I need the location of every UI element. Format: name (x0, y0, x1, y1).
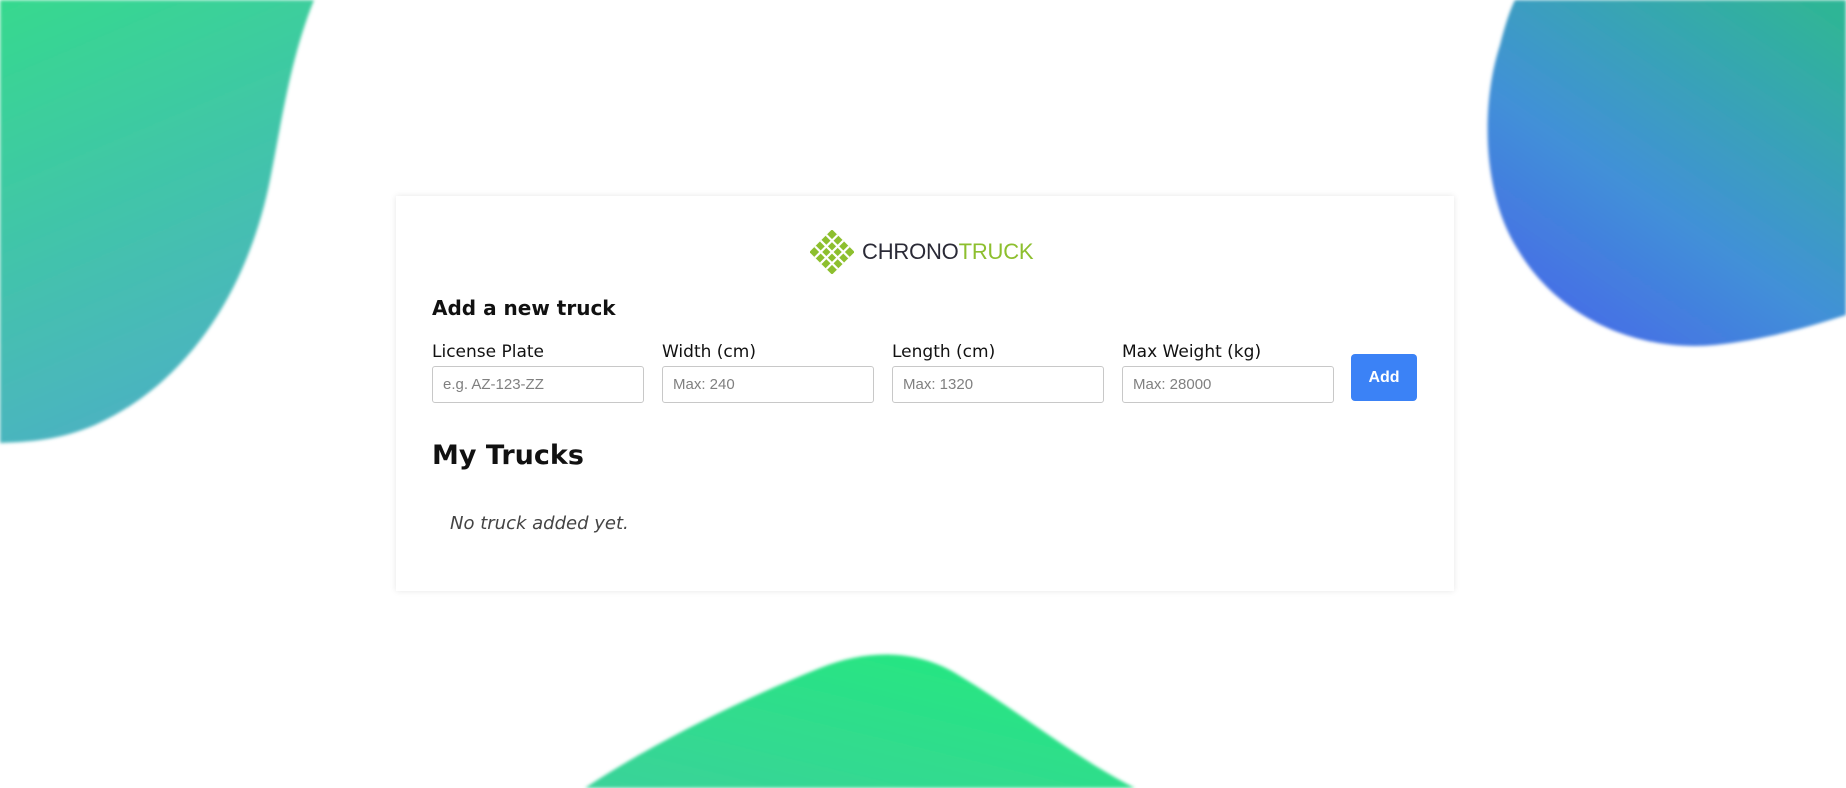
license-plate-group: License Plate (432, 342, 644, 404)
empty-list-message: No truck added yet. (450, 513, 629, 534)
length-group: Length (cm) (892, 342, 1104, 404)
truck-card: CHRONOTRUCK Add a new truck License Plat… (396, 196, 1454, 591)
width-input[interactable] (662, 366, 874, 404)
width-label: Width (cm) (662, 342, 756, 362)
length-input[interactable] (892, 366, 1104, 404)
add-truck-button[interactable]: Add (1351, 354, 1417, 401)
diagonal-grid-logo-icon (810, 230, 854, 274)
brand-name-part2: TRUCK (958, 239, 1034, 264)
max-weight-input[interactable] (1122, 366, 1334, 404)
blob-top-right (1487, 0, 1846, 346)
license-plate-label: License Plate (432, 342, 545, 362)
max-weight-group: Max Weight (kg) (1122, 342, 1334, 404)
blob-bottom (585, 654, 1135, 788)
brand-logo: CHRONOTRUCK (810, 230, 1034, 274)
length-label: Length (cm) (892, 342, 996, 362)
brand-name: CHRONOTRUCK (862, 239, 1034, 264)
width-group: Width (cm) (662, 342, 874, 404)
blob-top-left (0, 0, 314, 443)
add-truck-title: Add a new truck (432, 296, 616, 320)
my-trucks-title: My Trucks (432, 440, 584, 471)
max-weight-label: Max Weight (kg) (1122, 342, 1262, 362)
license-plate-input[interactable] (432, 366, 644, 404)
brand-name-part1: CHRONO (862, 239, 959, 264)
